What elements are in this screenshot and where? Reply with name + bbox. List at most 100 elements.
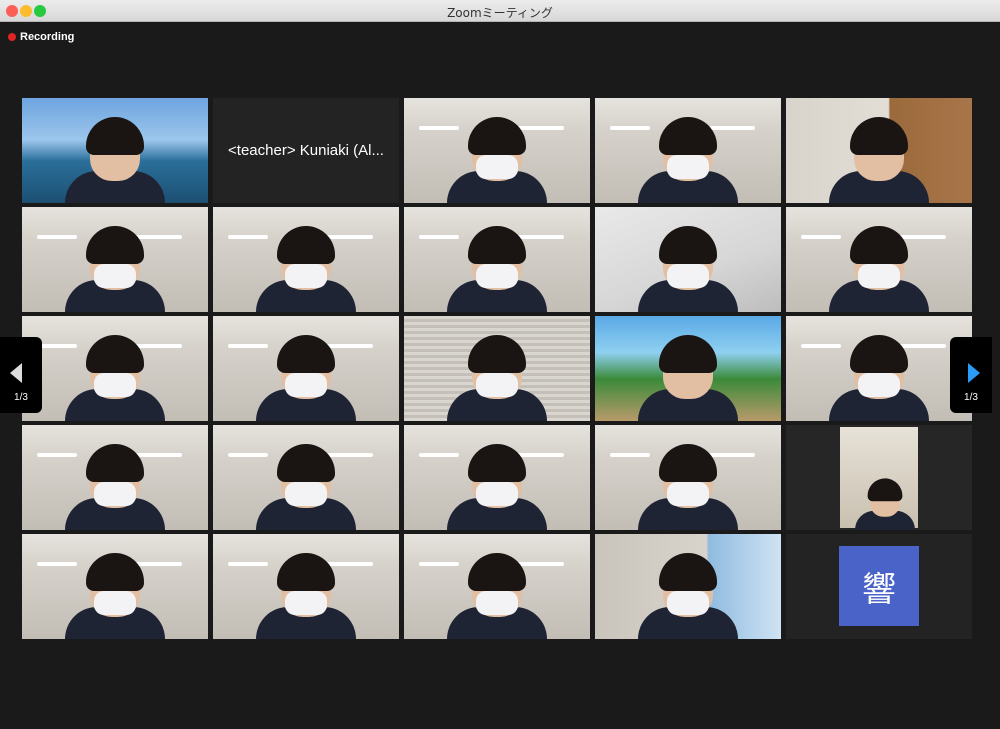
video-tile[interactable] [404,98,590,203]
face-mask [476,264,518,288]
video-tile[interactable] [213,534,399,639]
face-mask [476,591,518,615]
participant-figure [437,539,557,639]
window-title: Zoomミーティング [447,6,553,20]
face-mask [858,264,900,288]
next-page-button[interactable]: 1/3 [950,337,992,413]
face-mask [94,482,136,506]
figure-hair [659,335,717,373]
face-mask [667,155,709,179]
video-tile[interactable] [213,207,399,312]
participant-figure [628,321,748,421]
figure-hair [468,553,526,591]
recording-dot-icon [8,33,16,41]
face-mask [667,264,709,288]
video-tile[interactable] [404,534,590,639]
video-tile[interactable] [786,425,972,530]
video-tile[interactable] [22,534,208,639]
figure-hair [659,553,717,591]
figure-hair [277,553,335,591]
page-indicator-right: 1/3 [964,392,978,403]
video-tile[interactable] [595,425,781,530]
video-tile[interactable] [404,207,590,312]
video-tile[interactable] [786,207,972,312]
figure-hair [468,117,526,155]
figure-hair [86,553,144,591]
participant-figure [849,470,921,530]
video-tile[interactable] [595,316,781,421]
participant-figure [246,212,366,312]
video-tile[interactable] [22,316,208,421]
video-tile[interactable] [22,207,208,312]
video-tile[interactable]: <teacher> Kuniaki (Al... [213,98,399,203]
face-mask [858,373,900,397]
participant-figure [55,103,175,203]
participant-figure [628,430,748,530]
video-tile[interactable] [213,316,399,421]
face-mask [285,482,327,506]
face-mask [285,591,327,615]
participant-figure [437,103,557,203]
figure-hair [277,226,335,264]
page-indicator-left: 1/3 [14,392,28,403]
window-titlebar: Zoomミーティング [0,0,1000,22]
face-mask [94,264,136,288]
participant-figure [628,212,748,312]
figure-hair [277,335,335,373]
figure-hair [86,117,144,155]
previous-page-button[interactable]: 1/3 [0,337,42,413]
figure-hair [659,444,717,482]
participant-figure [55,212,175,312]
video-tile[interactable] [22,425,208,530]
figure-hair [850,335,908,373]
face-mask [476,155,518,179]
arrow-right-icon [968,363,980,383]
video-tile[interactable] [786,316,972,421]
participant-figure [437,430,557,530]
figure-hair [86,226,144,264]
participant-figure [628,539,748,639]
participant-figure [246,430,366,530]
face-mask [285,264,327,288]
figure-hair [468,335,526,373]
participant-avatar: 響 [839,546,919,626]
figure-hair [867,478,903,502]
figure-hair [468,444,526,482]
participant-figure [628,103,748,203]
video-tile[interactable] [595,207,781,312]
recording-label: Recording [20,31,75,43]
face-mask [476,373,518,397]
video-tile[interactable] [595,98,781,203]
figure-hair [86,335,144,373]
participant-figure [55,539,175,639]
face-mask [285,373,327,397]
video-tile[interactable] [595,534,781,639]
face-mask [667,482,709,506]
participant-figure [55,321,175,421]
participant-figure [819,103,939,203]
face-mask [94,373,136,397]
video-tile[interactable] [404,425,590,530]
participant-figure [437,212,557,312]
participant-figure [55,430,175,530]
video-tile[interactable]: 響 [786,534,972,639]
arrow-left-icon [10,363,22,383]
figure-hair [277,444,335,482]
face-mask [94,591,136,615]
video-tile[interactable] [213,425,399,530]
participant-name-label: <teacher> Kuniaki (Al... [228,142,384,159]
figure-hair [850,117,908,155]
participant-figure [819,212,939,312]
video-tile[interactable] [404,316,590,421]
figure-hair [850,226,908,264]
participant-figure [819,321,939,421]
figure-hair [659,117,717,155]
participant-figure [246,321,366,421]
recording-indicator: Recording [8,31,74,43]
video-tile[interactable] [786,98,972,203]
face-mask [667,591,709,615]
video-tile[interactable] [22,98,208,203]
figure-hair [468,226,526,264]
figure-hair [659,226,717,264]
participant-figure [437,321,557,421]
